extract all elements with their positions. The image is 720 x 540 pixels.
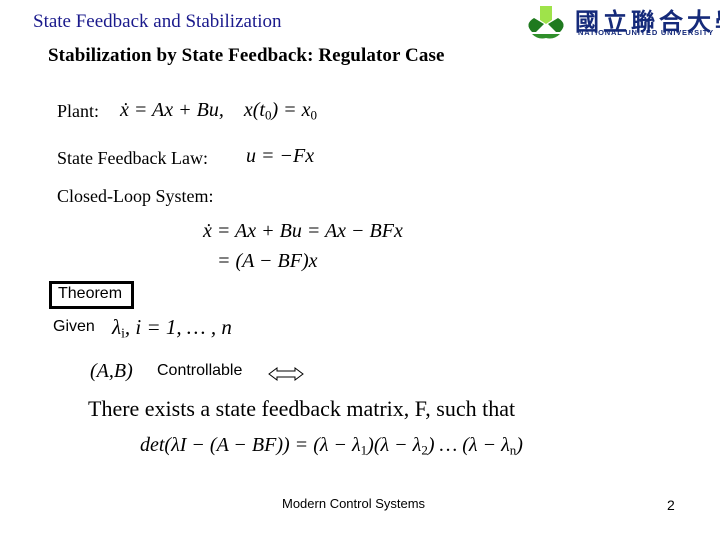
closed-loop-equation-line1: ẋ = Ax + Bu = Ax − BFx — [203, 220, 403, 242]
university-name-english: NATIONAL UNITED UNIVERSITY — [578, 28, 714, 37]
double-arrow-icon — [268, 367, 304, 381]
plant-equation: ẋ = Ax + Bu, x(t0) = x0 — [120, 99, 317, 123]
slide-title: Stabilization by State Feedback: Regulat… — [48, 45, 445, 66]
state-feedback-label: State Feedback Law: — [57, 148, 208, 168]
slide-header-title: State Feedback and Stabilization — [33, 11, 282, 32]
page-number: 2 — [667, 497, 675, 513]
characteristic-polynomial-equation: det(λI − (A − BF)) = (λ − λ1)(λ − λ2) … … — [140, 434, 523, 458]
theorem-statement: There exists a state feedback matrix, F,… — [88, 396, 516, 421]
plant-label: Plant: — [57, 101, 100, 121]
theorem-label: Theorem — [58, 285, 123, 302]
x-dot-symbol: ẋ — [120, 99, 129, 121]
footer-course-name: Modern Control Systems — [282, 496, 426, 511]
given-eigenvalues-equation: λi, i = 1, … , n — [112, 315, 232, 341]
closed-loop-equation-line2: = (A − BF)x — [217, 250, 318, 272]
given-label: Given — [53, 318, 95, 335]
closed-loop-label: Closed-Loop System: — [57, 186, 214, 206]
state-feedback-equation: u = −Fx — [246, 145, 315, 167]
controllable-label: Controllable — [157, 362, 243, 379]
pair-ab: (A,B) — [90, 360, 133, 382]
